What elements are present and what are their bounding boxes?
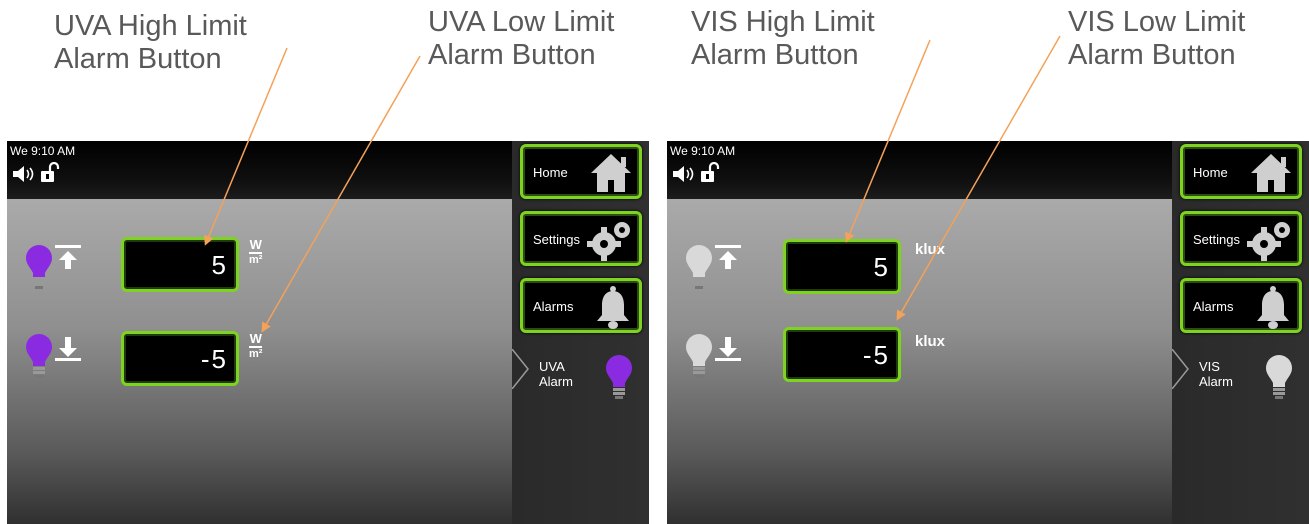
uva-high-arrow bbox=[204, 47, 288, 246]
vis-low-arrow bbox=[896, 35, 1061, 321]
callout-arrows bbox=[204, 35, 1061, 333]
vis-high-arrow bbox=[845, 39, 931, 243]
uva-low-arrow bbox=[261, 55, 421, 333]
